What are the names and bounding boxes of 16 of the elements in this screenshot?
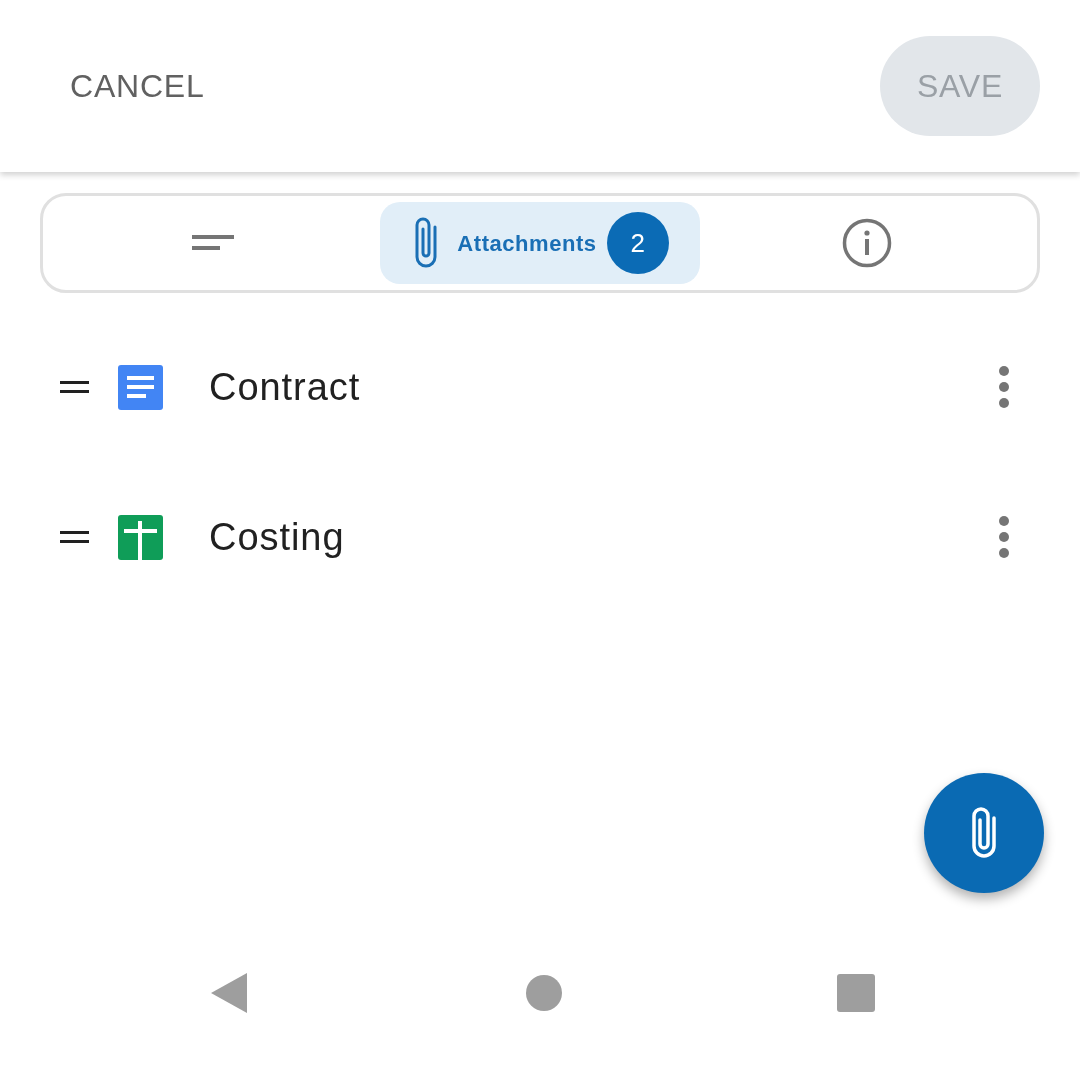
more-icon[interactable]: [998, 366, 1010, 408]
spreadsheet-icon: [118, 514, 163, 560]
cancel-button[interactable]: CANCEL: [70, 62, 205, 110]
more-icon[interactable]: [998, 516, 1010, 558]
short-text-icon: [191, 235, 234, 251]
info-icon: [842, 218, 893, 268]
attachments-tab[interactable]: Attachments 2: [380, 202, 700, 284]
back-icon[interactable]: [211, 973, 248, 1013]
count-badge: 2: [606, 212, 669, 274]
attachment-name[interactable]: Contract: [209, 358, 998, 416]
attach-fab[interactable]: [924, 773, 1044, 893]
document-icon: [118, 364, 163, 410]
drag-handle-icon[interactable]: [60, 531, 89, 543]
drag-handle-icon[interactable]: [60, 381, 89, 393]
attachment-name[interactable]: Costing: [209, 508, 998, 566]
home-icon[interactable]: [526, 975, 562, 1011]
